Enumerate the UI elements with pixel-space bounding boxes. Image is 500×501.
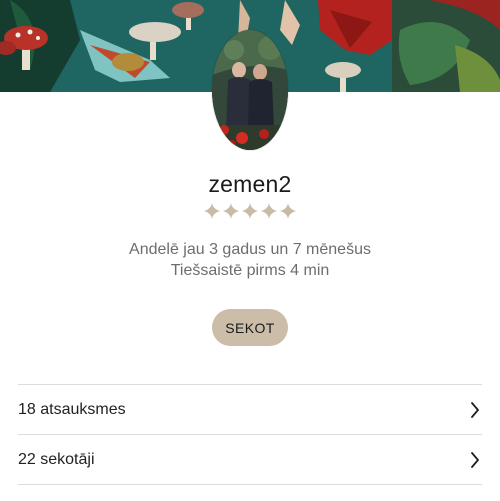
divider-line (18, 484, 482, 501)
last-online-text: Tiešsaistē pirms 4 min (170, 262, 330, 279)
chevron-right-icon (471, 402, 479, 418)
follow-button[interactable]: SEKOT (212, 309, 288, 346)
member-since-text: Andelē jau 3 gadus un 7 mēnešus (129, 241, 371, 258)
star-icon (223, 203, 239, 219)
star-icon (261, 203, 277, 219)
followers-label: 22 sekotāji (18, 451, 95, 468)
star-icon (280, 203, 296, 219)
star-icon (204, 203, 220, 219)
username: zemen2 (208, 171, 292, 197)
reviews-label: 18 atsauksmes (18, 401, 126, 418)
followers-row[interactable]: 22 sekotāji (18, 434, 482, 485)
rating-stars (0, 203, 500, 219)
chevron-right-icon (471, 452, 479, 468)
star-icon (242, 203, 258, 219)
user-avatar[interactable] (212, 30, 288, 150)
reviews-row[interactable]: 18 atsauksmes (18, 384, 482, 435)
